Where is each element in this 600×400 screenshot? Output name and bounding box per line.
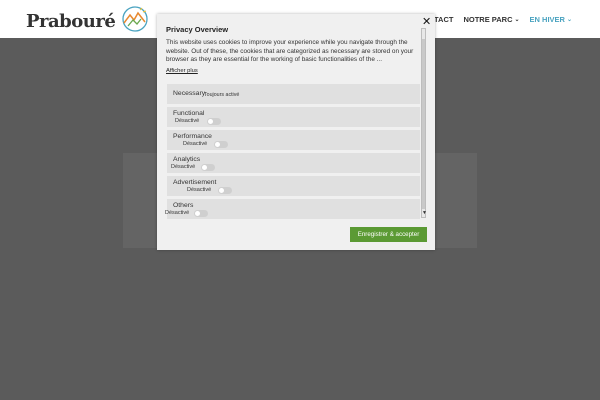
mountain-sun-logo-icon — [118, 6, 150, 37]
analytics-toggle[interactable] — [201, 164, 215, 171]
advertisement-toggle[interactable] — [218, 187, 232, 194]
scroll-down-arrow-icon[interactable]: ▼ — [422, 210, 427, 216]
category-label: Performance — [173, 133, 212, 140]
category-label: Functional — [173, 110, 205, 117]
functional-toggle[interactable] — [207, 118, 221, 125]
category-status: Toujours activé — [204, 92, 240, 98]
nav-label: EN HIVER — [529, 15, 565, 24]
category-status: Désactivé — [183, 141, 208, 147]
category-status: Désactivé — [175, 118, 200, 124]
site-logo[interactable]: Prabouré — [26, 6, 150, 37]
modal-scrollbar[interactable] — [421, 28, 426, 218]
logo-text: Prabouré — [26, 11, 116, 32]
scrollbar-thumb[interactable] — [422, 39, 425, 209]
category-label: Advertisement — [173, 179, 217, 186]
chevron-down-icon: ⌄ — [514, 17, 520, 23]
category-label: Analytics — [173, 156, 201, 163]
category-analytics[interactable]: Analytics Désactivé — [167, 153, 420, 173]
category-label: Others — [173, 202, 194, 209]
save-accept-button[interactable]: Enregistrer & accepter — [350, 227, 427, 242]
category-functional[interactable]: Functional Désactivé — [167, 107, 420, 127]
show-more-link[interactable]: Afficher plus — [166, 68, 198, 74]
category-status: Désactivé — [171, 164, 196, 170]
category-advertisement[interactable]: Advertisement Désactivé — [167, 176, 420, 196]
others-toggle[interactable] — [194, 210, 208, 217]
category-performance[interactable]: Performance Désactivé — [167, 130, 420, 150]
privacy-overview-modal: ✕ Privacy Overview This website uses coo… — [157, 14, 435, 250]
category-label: Necessary — [173, 90, 206, 97]
chevron-down-icon: ⌄ — [566, 17, 572, 23]
modal-title: Privacy Overview — [166, 25, 229, 34]
category-status: Désactivé — [187, 187, 212, 193]
category-necessary[interactable]: Necessary Toujours activé — [167, 84, 420, 104]
category-status: Désactivé — [165, 210, 190, 216]
performance-toggle[interactable] — [214, 141, 228, 148]
nav-item-notre-parc[interactable]: NOTRE PARC ⌄ — [463, 15, 519, 24]
nav-label: NOTRE PARC — [463, 15, 513, 24]
nav-item-en-hiver[interactable]: EN HIVER ⌄ — [530, 15, 572, 24]
category-others[interactable]: Others Désactivé — [165, 199, 420, 219]
modal-scroll-area[interactable]: Privacy Overview This website uses cooki… — [157, 14, 427, 220]
modal-description: This website uses cookies to improve you… — [166, 39, 414, 64]
